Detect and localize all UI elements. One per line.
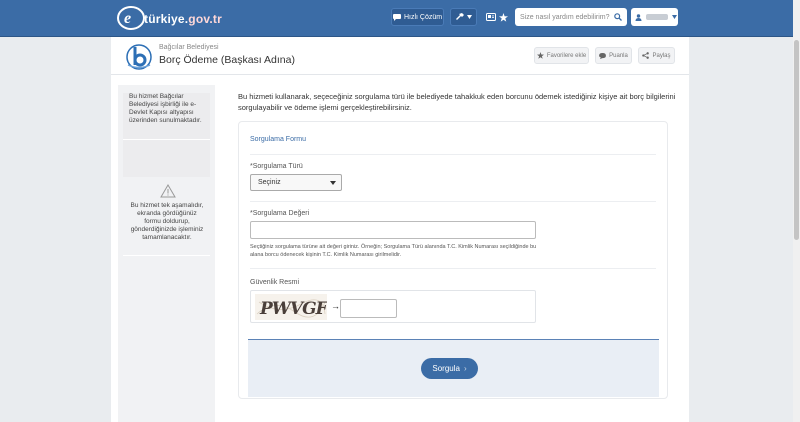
chevron-down-icon xyxy=(672,15,677,19)
query-type-label: *Sorgulama Türü xyxy=(250,163,303,170)
captcha-arrow-icon: → xyxy=(331,301,340,311)
quick-solution-button[interactable]: Hızlı Çözüm xyxy=(391,8,444,26)
search-icon xyxy=(614,13,622,21)
share-icon xyxy=(642,52,650,59)
quick-solution-label: Hızlı Çözüm xyxy=(403,13,443,21)
e-logo-icon: e xyxy=(117,6,145,30)
id-card-icon[interactable] xyxy=(486,13,496,21)
add-favorite-button[interactable]: Favorilere ekle xyxy=(534,47,589,64)
captcha-image: PWVGF xyxy=(255,294,327,320)
svg-text:e: e xyxy=(124,10,131,27)
query-submit-button[interactable]: Sorgula › xyxy=(421,358,478,379)
search-box[interactable]: Size nasıl yardım edebilirim? xyxy=(515,8,627,26)
scrollbar-thumb[interactable] xyxy=(794,40,799,240)
institution-logo xyxy=(126,44,152,70)
submit-label: Sorgula xyxy=(432,364,460,373)
service-header: Bağcılar Belediyesi Borç Ödeme (Başkası … xyxy=(111,37,689,75)
tools-menu-button[interactable] xyxy=(450,8,477,26)
user-icon xyxy=(635,13,642,21)
page-title: Borç Ödeme (Başkası Adına) xyxy=(159,54,295,66)
add-favorite-label: Favorilere ekle xyxy=(546,52,587,59)
comment-icon xyxy=(599,52,607,59)
sidebar-warning-text: Bu hizmet tek aşamalıdır, ekranda gördüğ… xyxy=(130,202,204,241)
form-title: Sorgulama Formu xyxy=(250,136,307,143)
star-icon xyxy=(536,52,544,59)
info-box: Bu hizmet Bağcılar Belediyesi işbirliği … xyxy=(123,93,210,177)
query-value-input[interactable] xyxy=(250,221,536,239)
service-description: Bu hizmeti kullanarak, seçeceğiniz sorgu… xyxy=(238,92,676,112)
card-and-star-buttons xyxy=(482,8,512,26)
submit-area: Sorgula › xyxy=(248,339,659,397)
sidebar-divider-bottom xyxy=(123,255,210,256)
query-type-select[interactable]: Seçiniz xyxy=(250,174,342,191)
top-navigation-bar: e türkiye.gov.tr Hızlı Çözüm Size nasıl … xyxy=(0,0,800,37)
chevron-down-icon xyxy=(466,15,472,19)
chevron-right-icon: › xyxy=(463,364,467,373)
institution-name: Bağcılar Belediyesi xyxy=(159,44,219,51)
user-name-redacted xyxy=(646,14,668,20)
captcha-glyphs: PWVGF xyxy=(259,299,327,319)
query-form: Sorgulama Formu *Sorgulama Türü Seçiniz … xyxy=(238,121,668,399)
logo-text: türkiye.gov.tr xyxy=(144,12,222,26)
user-menu-button[interactable] xyxy=(631,8,678,26)
page-scrollbar[interactable] xyxy=(793,0,800,422)
captcha-input[interactable] xyxy=(340,299,397,318)
chat-icon xyxy=(392,13,401,21)
wrench-icon xyxy=(455,13,464,20)
star-icon[interactable] xyxy=(499,12,508,22)
turkiye-gov-logo[interactable]: e türkiye.gov.tr xyxy=(116,4,222,32)
captcha-container: PWVGF → xyxy=(250,290,536,323)
form-divider xyxy=(250,201,656,202)
rate-button[interactable]: Puanla xyxy=(595,47,632,64)
sidebar: Bu hizmet Bağcılar Belediyesi işbirliği … xyxy=(118,85,215,422)
warning-icon xyxy=(160,184,176,198)
share-button[interactable]: Paylaş xyxy=(638,47,675,64)
service-page: Bağcılar Belediyesi Borç Ödeme (Başkası … xyxy=(111,37,689,422)
query-value-label: *Sorgulama Değeri xyxy=(250,210,310,217)
dropdown-caret-icon xyxy=(330,181,336,185)
search-button[interactable] xyxy=(611,10,625,24)
share-label: Paylaş xyxy=(652,52,671,59)
query-value-help: Seçtiğiniz sorgulama türüne ait değeri g… xyxy=(250,244,537,258)
query-type-selected: Seçiniz xyxy=(258,179,281,186)
rate-label: Puanla xyxy=(609,52,628,59)
sidebar-info-text: Bu hizmet Bağcılar Belediyesi işbirliği … xyxy=(129,93,202,124)
captcha-label: Güvenlik Resmi xyxy=(250,279,300,286)
form-divider xyxy=(250,268,656,269)
form-divider xyxy=(250,154,656,155)
sidebar-divider xyxy=(123,139,210,140)
search-placeholder: Size nasıl yardım edebilirim? xyxy=(520,13,610,21)
